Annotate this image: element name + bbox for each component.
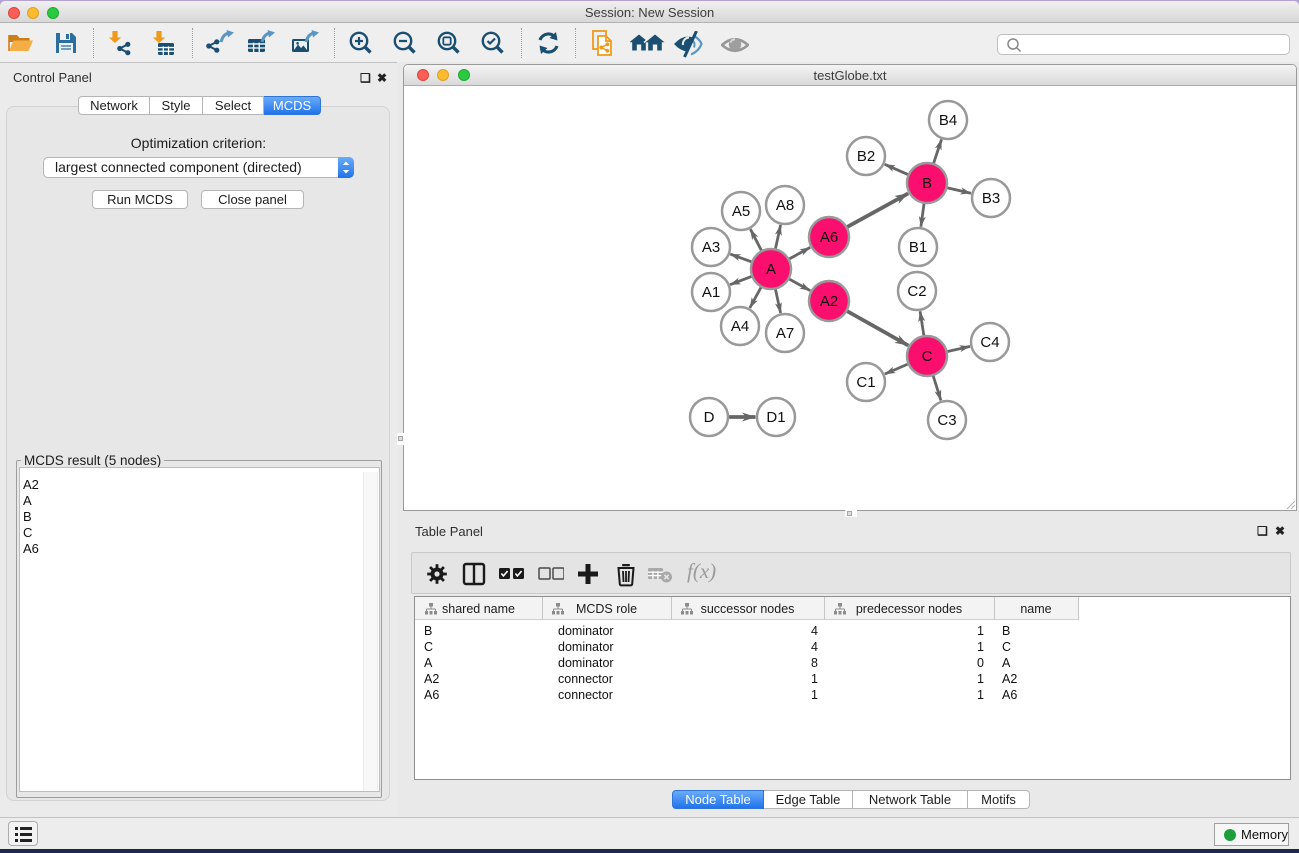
svg-text:C4: C4 [980, 334, 999, 351]
svg-text:B3: B3 [982, 190, 1000, 207]
svg-text:A4: A4 [731, 318, 749, 335]
svg-text:C2: C2 [907, 283, 926, 300]
svg-text:D1: D1 [766, 409, 785, 426]
svg-text:C: C [922, 348, 933, 365]
svg-text:C3: C3 [937, 412, 956, 429]
svg-text:A2: A2 [820, 293, 838, 310]
svg-text:C1: C1 [856, 374, 875, 391]
svg-text:B1: B1 [909, 239, 927, 256]
svg-text:A5: A5 [732, 203, 750, 220]
svg-text:A3: A3 [702, 239, 720, 256]
svg-text:D: D [704, 409, 715, 426]
svg-text:A: A [766, 261, 776, 278]
svg-text:B2: B2 [857, 148, 875, 165]
svg-text:B: B [922, 175, 932, 192]
svg-text:A8: A8 [776, 197, 794, 214]
svg-text:B4: B4 [939, 112, 957, 129]
svg-text:A7: A7 [776, 325, 794, 342]
svg-text:A1: A1 [702, 284, 720, 301]
svg-text:A6: A6 [820, 229, 838, 246]
